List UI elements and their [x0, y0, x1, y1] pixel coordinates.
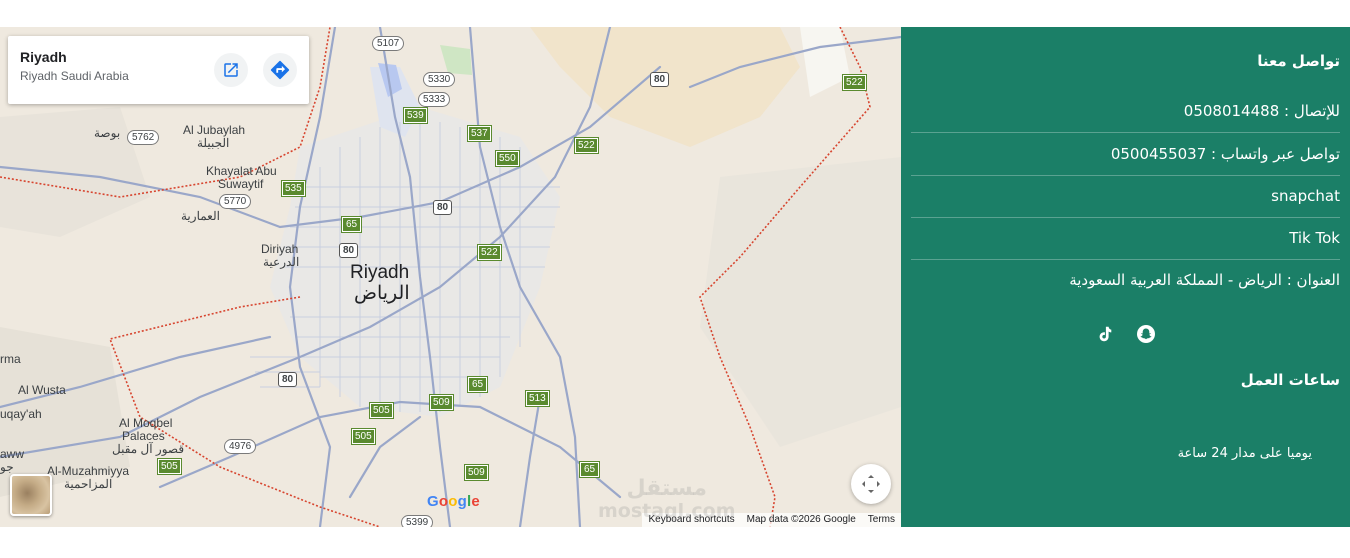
working-hours-heading: ساعات العمل [1240, 371, 1340, 389]
place-label-jo: جو [0, 460, 14, 474]
place-address: Riyadh Saudi Arabia [20, 69, 129, 83]
road-shield-5770: 5770 [219, 194, 252, 209]
google-logo: Google [427, 493, 480, 510]
highway-shield-505: 505 [369, 402, 394, 419]
highway-shield-522: 522 [842, 74, 867, 91]
place-label-suwaytif: Suwaytif [218, 177, 264, 191]
road-shield-80: 80 [278, 372, 298, 387]
road-shield-5399: 5399 [401, 515, 434, 527]
place-label-al-wusta: Al Wusta [18, 383, 66, 397]
open-in-maps-button[interactable] [214, 53, 248, 87]
highway-shield-539: 539 [403, 107, 428, 124]
whatsapp-row[interactable]: تواصل عبر واتساب : 0500455037 [911, 133, 1340, 176]
snapchat-row[interactable]: snapchat [911, 175, 1340, 218]
contact-panel: تواصل معنا للإتصال : 0508014488 تواصل عب… [901, 27, 1350, 527]
road-shield-80: 80 [339, 243, 359, 258]
highway-shield-537: 537 [467, 125, 492, 142]
terms-link[interactable]: Terms [868, 513, 895, 527]
mostaql-watermark: مستقل mostaql.com [598, 476, 736, 523]
tiktok-row[interactable]: Tik Tok [911, 217, 1340, 260]
road-shield-5107: 5107 [372, 36, 405, 51]
place-label-al-muzahmiyya-ar: المزاحمية [64, 477, 113, 491]
map-embed[interactable]: 5107 5330 5333 5762 5770 4976 5399 80 80… [0, 27, 901, 527]
directions-button[interactable] [263, 53, 297, 87]
highway-shield-513: 513 [525, 390, 550, 407]
highway-shield-509: 509 [464, 464, 489, 481]
place-label-buwah: بوصة [94, 126, 121, 140]
tiktok-icon[interactable] [1094, 323, 1116, 345]
highway-shield-505: 505 [351, 428, 376, 445]
open-in-new-icon [224, 63, 238, 77]
snapchat-icon[interactable] [1135, 323, 1157, 345]
fullscreen-icon [862, 475, 880, 493]
watermark-arabic: مستقل [626, 476, 707, 501]
watermark-latin: mostaql.com [598, 500, 736, 522]
phone-row[interactable]: للإتصال : 0508014488 [911, 90, 1340, 133]
place-label-uqayah: uqay'ah [0, 407, 42, 421]
map-camera-control-button[interactable] [851, 464, 891, 504]
place-label-al-jubaylah-ar: الجبيلة [197, 136, 230, 150]
highway-shield-535: 535 [281, 180, 306, 197]
map-data-attribution: Map data ©2026 Google [746, 514, 856, 525]
road-shield-5333: 5333 [418, 92, 451, 107]
road-shield-5330: 5330 [423, 72, 456, 87]
highway-shield-522: 522 [574, 137, 599, 154]
place-label-al-moqbel-ar: قصور آل مقبل [112, 442, 185, 456]
road-shield-5762: 5762 [127, 130, 160, 145]
highway-shield-505: 505 [157, 458, 182, 475]
highway-shield-522: 522 [477, 244, 502, 261]
road-shield-80: 80 [650, 72, 670, 87]
city-label-riyadh-ar: الرياض [354, 283, 410, 304]
place-title: Riyadh [20, 49, 67, 65]
directions-icon [270, 60, 290, 80]
contact-heading: تواصل معنا [1257, 52, 1340, 70]
road-shield-80: 80 [433, 200, 453, 215]
highway-shield-65: 65 [466, 376, 489, 393]
place-label-rma: rma [0, 352, 21, 366]
place-label-ammariyah: العمارية [181, 209, 220, 223]
city-label-riyadh: Riyadh [350, 262, 410, 283]
working-hours-text: يوميا على مدار 24 ساعة [1177, 446, 1312, 461]
highway-shield-550: 550 [495, 150, 520, 167]
highway-shield-509: 509 [429, 394, 454, 411]
satellite-view-toggle[interactable] [10, 474, 52, 516]
road-shield-4976: 4976 [224, 439, 257, 454]
highway-shield-65: 65 [340, 216, 363, 233]
place-card: Riyadh Riyadh Saudi Arabia [8, 36, 309, 104]
place-label-diriyah-ar: الدرعية [263, 255, 300, 269]
address-row: العنوان : الرياض - المملكة العربية السعو… [1069, 271, 1340, 289]
highway-shield-65: 65 [578, 461, 601, 478]
